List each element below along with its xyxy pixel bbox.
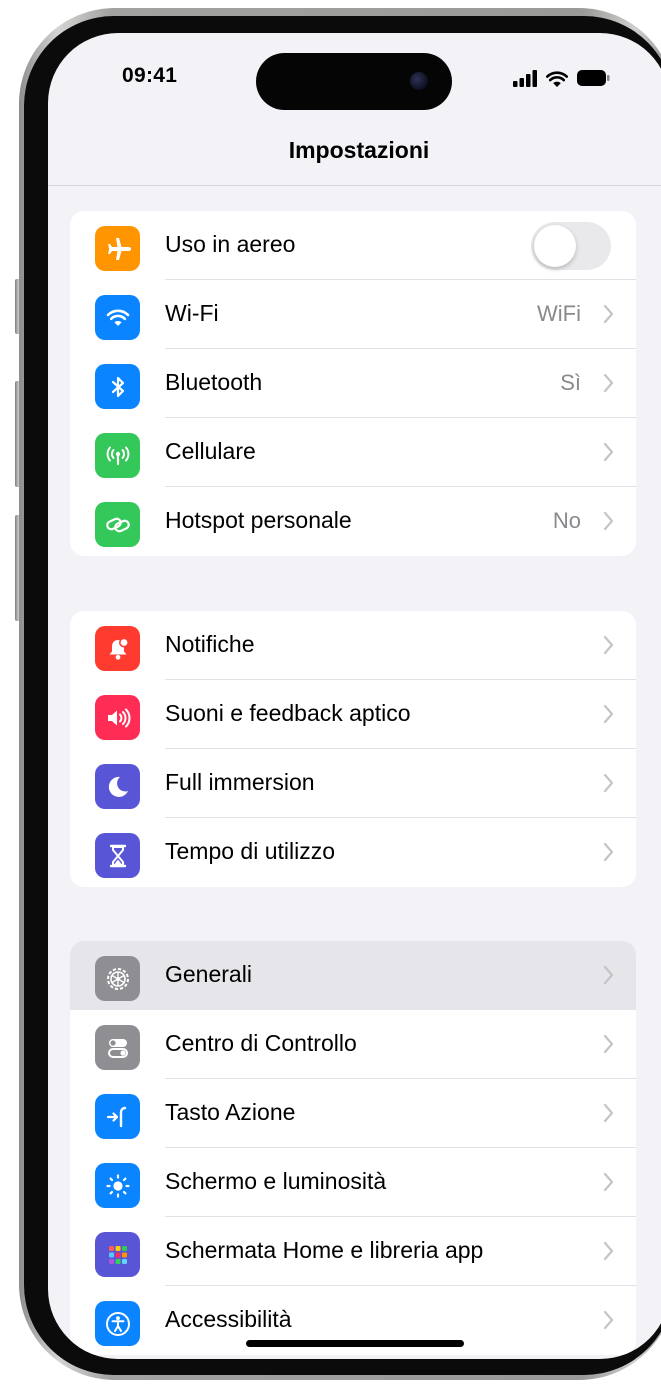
camera-icon (410, 72, 428, 90)
settings-row-label: Bluetooth (165, 369, 263, 395)
status-time: 09:41 (122, 64, 178, 87)
bluetooth-icon (95, 364, 140, 409)
chevron-right-icon (603, 1241, 614, 1261)
sun-icon (95, 1163, 140, 1208)
settings-row-label: Schermata Home e libreria app (165, 1237, 484, 1263)
settings-row-value: Sì (560, 370, 581, 395)
cellular-signal-icon (513, 69, 537, 87)
settings-row-label: Uso in aereo (165, 231, 296, 257)
settings-row-value: WiFi (537, 301, 581, 326)
chevron-right-icon (603, 1103, 614, 1123)
settings-group-connectivity: Uso in aereo Wi-Fi WiFi Bluetooth Sì Cel… (70, 211, 636, 556)
settings-group-general: Generali Centro di Controllo Tasto Azion… (70, 941, 636, 1355)
settings-row-airplane-mode[interactable]: Uso in aereo (70, 211, 636, 280)
chevron-right-icon (603, 965, 614, 985)
chevron-right-icon (603, 442, 614, 462)
settings-row-label: Tasto Azione (165, 1099, 296, 1125)
gear-icon (95, 956, 140, 1001)
chevron-right-icon (603, 842, 614, 862)
settings-row-cellular[interactable]: Cellulare (70, 418, 636, 487)
hourglass-icon (95, 833, 140, 878)
airplane-icon (95, 226, 140, 271)
settings-row-wifi[interactable]: Wi-Fi WiFi (70, 280, 636, 349)
settings-row-home-screen[interactable]: Schermata Home e libreria app (70, 1217, 636, 1286)
settings-row-bluetooth[interactable]: Bluetooth Sì (70, 349, 636, 418)
wifi-status-icon (546, 70, 568, 87)
settings-row-label: Suoni e feedback aptico (165, 700, 411, 726)
bell-badge-icon (95, 626, 140, 671)
chevron-right-icon (603, 1172, 614, 1192)
chevron-right-icon (603, 373, 614, 393)
toggle-knob (534, 225, 576, 267)
chevron-right-icon (603, 635, 614, 655)
settings-row-label: Tempo di utilizzo (165, 838, 336, 864)
chevron-right-icon (603, 1034, 614, 1054)
nav-separator (48, 185, 661, 186)
battery-icon (577, 70, 610, 86)
settings-row-label: Notifiche (165, 631, 255, 657)
settings-group-notifications: Notifiche Suoni e feedback aptico Full i… (70, 611, 636, 887)
dynamic-island (256, 53, 452, 110)
settings-row-label: Schermo e luminosità (165, 1168, 387, 1194)
settings-row-label: Full immersion (165, 769, 315, 795)
chevron-right-icon (603, 773, 614, 793)
settings-row-action-button[interactable]: Tasto Azione (70, 1079, 636, 1148)
home-indicator[interactable] (246, 1340, 464, 1347)
settings-row-label: Cellulare (165, 438, 256, 464)
app-grid-icon (95, 1232, 140, 1277)
chevron-right-icon (603, 511, 614, 531)
settings-row-general[interactable]: Generali (70, 941, 636, 1010)
settings-row-sounds[interactable]: Suoni e feedback aptico (70, 680, 636, 749)
action-button-icon (95, 1094, 140, 1139)
chevron-right-icon (603, 304, 614, 324)
chevron-right-icon (603, 704, 614, 724)
settings-row-label: Centro di Controllo (165, 1030, 357, 1056)
settings-row-notifications[interactable]: Notifiche (70, 611, 636, 680)
settings-row-control-center[interactable]: Centro di Controllo (70, 1010, 636, 1079)
settings-row-label: Wi-Fi (165, 300, 219, 326)
settings-row-focus[interactable]: Full immersion (70, 749, 636, 818)
switches-icon (95, 1025, 140, 1070)
status-icons (513, 69, 610, 87)
settings-row-label: Accessibilità (165, 1306, 292, 1332)
chevron-right-icon (603, 1310, 614, 1330)
settings-row-label: Generali (165, 961, 252, 987)
speaker-icon (95, 695, 140, 740)
accessibility-icon (95, 1301, 140, 1346)
settings-row-value: No (552, 508, 581, 533)
hotspot-link-icon (95, 502, 140, 547)
moon-icon (95, 764, 140, 809)
airplane-mode-toggle[interactable] (531, 222, 611, 270)
page-title: Impostazioni (288, 137, 430, 163)
settings-row-display[interactable]: Schermo e luminosità (70, 1148, 636, 1217)
phone-screen: 09:41 Impostazioni Uso in aereo Wi-Fi Wi… (48, 33, 661, 1359)
settings-row-hotspot[interactable]: Hotspot personale No (70, 487, 636, 556)
cellular-antenna-icon (95, 433, 140, 478)
settings-row-label: Hotspot personale (165, 507, 352, 533)
settings-row-screen-time[interactable]: Tempo di utilizzo (70, 818, 636, 887)
wifi-icon (95, 295, 140, 340)
